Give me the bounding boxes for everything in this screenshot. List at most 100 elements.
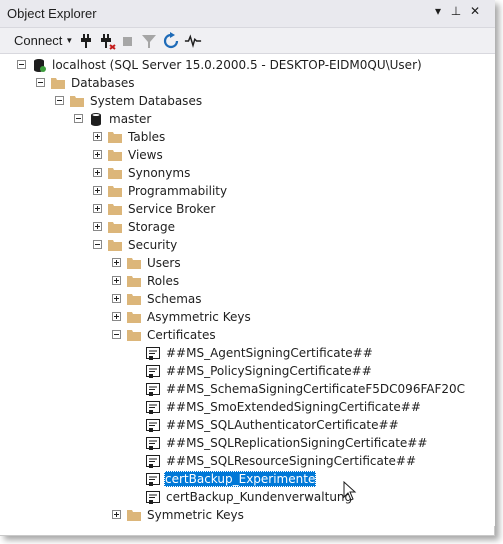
folder-icon [108, 132, 122, 143]
tree-node-label: Asymmetric Keys [147, 310, 251, 324]
filter-icon[interactable] [140, 32, 158, 50]
disconnect-icon[interactable] [99, 32, 117, 50]
connect-icon[interactable] [77, 32, 95, 50]
title-bar: Object Explorer ▾ ⊥ ✕ [0, 0, 495, 28]
tree-node-databases[interactable]: Databases [0, 74, 465, 92]
collapse-icon[interactable] [17, 60, 26, 69]
tree-node-label: ##MS_SQLResourceSigningCertificate## [166, 454, 417, 468]
object-explorer-tree: localhost (SQL Server 15.0.2000.5 - DESK… [0, 54, 465, 526]
tree-node-label: Views [128, 148, 163, 162]
tree-node-label: certBackup_Kundenverwaltung [166, 490, 353, 504]
tree-node-schemas[interactable]: Schemas [0, 290, 465, 308]
folder-icon [127, 276, 141, 287]
collapse-icon[interactable] [112, 330, 121, 339]
activity-monitor-icon[interactable] [184, 32, 202, 50]
tree-node-storage[interactable]: Storage [0, 218, 465, 236]
folder-icon [108, 150, 122, 161]
vertical-scroll-area[interactable] [465, 54, 495, 526]
stop-icon[interactable] [119, 32, 137, 50]
tree-node-certificates[interactable]: Certificates [0, 326, 465, 344]
tree-node-label: master [109, 112, 152, 126]
tree-node-security[interactable]: Security [0, 236, 465, 254]
tree-node-certificate[interactable]: ##MS_SQLResourceSigningCertificate## [0, 452, 465, 470]
tree-node-certificate[interactable]: ##MS_AgentSigningCertificate## [0, 344, 465, 362]
tree-node-label: Storage [128, 220, 175, 234]
folder-icon [70, 96, 84, 107]
tree-node-label: Synonyms [128, 166, 191, 180]
tree-node-label: Service Broker [128, 202, 216, 216]
window-position-dropdown-icon[interactable]: ▾ [430, 4, 446, 18]
collapse-icon[interactable] [74, 114, 83, 123]
expand-icon[interactable] [93, 132, 102, 141]
certificate-icon [146, 437, 160, 450]
folder-icon [108, 204, 122, 215]
collapse-icon[interactable] [93, 240, 102, 249]
tree-node-label: System Databases [90, 94, 203, 108]
tree-node-programmability[interactable]: Programmability [0, 182, 465, 200]
collapse-icon[interactable] [55, 96, 64, 105]
certificate-icon [146, 473, 160, 486]
tree-node-label: ##MS_SQLAuthenticatorCertificate## [166, 418, 399, 432]
certificate-icon [146, 365, 160, 378]
folder-icon [127, 258, 141, 269]
expand-icon[interactable] [112, 258, 121, 267]
collapse-icon[interactable] [36, 78, 45, 87]
tree-node-server[interactable]: localhost (SQL Server 15.0.2000.5 - DESK… [0, 56, 465, 74]
tree-node-label: Symmetric Keys [147, 508, 244, 522]
mouse-cursor-icon [343, 481, 357, 501]
tree-node-label: ##MS_SchemaSigningCertificateF5DC096FAF2… [166, 382, 465, 396]
folder-icon [108, 186, 122, 197]
tree-node-tables[interactable]: Tables [0, 128, 465, 146]
tree-node-label: Programmability [128, 184, 228, 198]
expand-icon[interactable] [112, 312, 121, 321]
tree-node-certificate[interactable]: ##MS_SchemaSigningCertificateF5DC096FAF2… [0, 380, 465, 398]
folder-icon [127, 330, 141, 341]
certificate-icon [146, 419, 160, 432]
tree-node-service-broker[interactable]: Service Broker [0, 200, 465, 218]
expand-icon[interactable] [93, 168, 102, 177]
tree-node-certificate[interactable]: ##MS_SQLReplicationSigningCertificate## [0, 434, 465, 452]
folder-icon [127, 294, 141, 305]
tree-node-certificate[interactable]: ##MS_PolicySigningCertificate## [0, 362, 465, 380]
tree-node-label: Security [128, 238, 178, 252]
server-icon [34, 59, 46, 72]
certificate-icon [146, 401, 160, 414]
tree-node-users[interactable]: Users [0, 254, 465, 272]
tree-node-asymmetric-keys[interactable]: Asymmetric Keys [0, 308, 465, 326]
tree-node-label: Databases [71, 76, 135, 90]
expand-icon[interactable] [112, 510, 121, 519]
tree-node-synonyms[interactable]: Synonyms [0, 164, 465, 182]
tree-node-system-databases[interactable]: System Databases [0, 92, 465, 110]
tree-node-symmetric-keys[interactable]: Symmetric Keys [0, 506, 465, 524]
certificate-icon [146, 383, 160, 396]
refresh-icon[interactable] [162, 32, 180, 50]
tree-node-label: Roles [147, 274, 180, 288]
tree-node-label: Schemas [147, 292, 202, 306]
certificate-icon [146, 347, 160, 360]
tree-node-label: certBackup_Experimente [164, 471, 317, 487]
pin-icon[interactable]: ⊥ [448, 4, 464, 18]
tree-node-views[interactable]: Views [0, 146, 465, 164]
expand-icon[interactable] [93, 204, 102, 213]
tree-node-label: localhost (SQL Server 15.0.2000.5 - DESK… [52, 58, 422, 72]
folder-icon [127, 312, 141, 323]
object-explorer-window: Object Explorer ▾ ⊥ ✕ Connect ▼ localhos… [0, 0, 495, 536]
folder-icon [127, 510, 141, 521]
tree-node-certificate[interactable]: ##MS_SmoExtendedSigningCertificate## [0, 398, 465, 416]
tree-node-roles[interactable]: Roles [0, 272, 465, 290]
folder-icon [108, 222, 122, 233]
close-icon[interactable]: ✕ [467, 4, 483, 18]
expand-icon[interactable] [112, 294, 121, 303]
expand-icon[interactable] [93, 150, 102, 159]
expand-icon[interactable] [112, 276, 121, 285]
tree-node-master[interactable]: master [0, 110, 465, 128]
window-title: Object Explorer [7, 6, 97, 21]
connect-label: Connect [14, 33, 63, 48]
tree-node-certificate[interactable]: ##MS_SQLAuthenticatorCertificate## [0, 416, 465, 434]
expand-icon[interactable] [93, 222, 102, 231]
connect-button[interactable]: Connect ▼ [14, 33, 73, 48]
tree-node-certificate-selected[interactable]: certBackup_Experimente [0, 470, 465, 488]
tree-node-certificate[interactable]: certBackup_Kundenverwaltung [0, 488, 465, 506]
database-icon [91, 113, 101, 126]
expand-icon[interactable] [93, 186, 102, 195]
